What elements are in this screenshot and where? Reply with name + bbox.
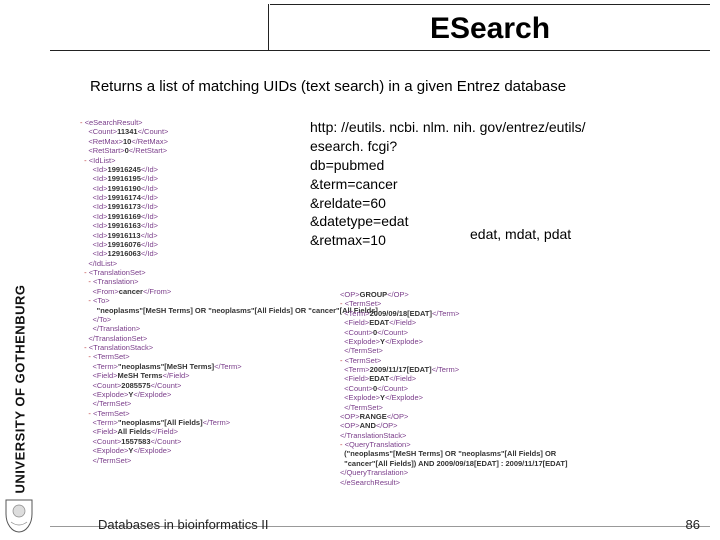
xml-line: </eSearchResult> (340, 478, 567, 487)
xml-line: </TermSet> (80, 456, 378, 465)
xml-line: - <TermSet> (80, 409, 378, 418)
xml-line: - <QueryTranslation> (340, 440, 567, 449)
url-line-1: http: //eutils. ncbi. nlm. nih. gov/entr… (310, 118, 680, 137)
page-title: ESearch (270, 12, 710, 46)
header-divider (268, 4, 269, 50)
xml-line: <Field>All Fields</Field> (80, 427, 378, 436)
page-number: 86 (686, 517, 700, 532)
xml-line: <Term>2009/11/17[EDAT]</Term> (340, 365, 567, 374)
xml-line: - <Translation> (80, 277, 378, 286)
xml-line: <Explode>Y</Explode> (80, 446, 378, 455)
xml-line: "cancer"[All Fields]) AND 2009/09/18[EDA… (340, 459, 567, 468)
xml-line: <Term>"neoplasms"[MeSH Terms]</Term> (80, 362, 378, 371)
header: ESearch (40, 0, 720, 70)
xml-line: </IdList> (80, 259, 378, 268)
url-line-5: &reldate=60 (310, 194, 680, 213)
xml-line: <Explode>Y</Explode> (340, 337, 567, 346)
xml-line: <Field>EDAT</Field> (340, 318, 567, 327)
sidebar: UNIVERSITY OF GOTHENBURG (0, 0, 40, 540)
xml-line: <Term>2009/09/18[EDAT]</Term> (340, 309, 567, 318)
xml-line: </TermSet> (340, 403, 567, 412)
xml-line: <Count>0</Count> (340, 384, 567, 393)
xml-line: <OP>GROUP</OP> (340, 290, 567, 299)
xml-line: "neoplasms"[MeSH Terms] OR "neoplasms"[A… (80, 306, 378, 315)
xml-line: - <TermSet> (80, 352, 378, 361)
url-line-4: &term=cancer (310, 175, 680, 194)
xml-line: - <TranslationStack> (80, 343, 378, 352)
university-name: UNIVERSITY OF GOTHENBURG (13, 284, 28, 493)
xml-line: <Field>EDAT</Field> (340, 374, 567, 383)
xml-line: <Explode>Y</Explode> (80, 390, 378, 399)
header-rule-bottom (50, 50, 710, 51)
xml-line: ("neoplasms"[MeSH Terms] OR "neoplasms"[… (340, 449, 567, 458)
xml-line: - <TermSet> (340, 356, 567, 365)
xml-line: <Count>2085575</Count> (80, 381, 378, 390)
xml-line: <Term>"neoplasms"[All Fields]</Term> (80, 418, 378, 427)
xml-line: </Translation> (80, 324, 378, 333)
university-crest-icon (4, 498, 34, 534)
xml-line: - <To> (80, 296, 378, 305)
datetype-annotation: edat, mdat, pdat (470, 226, 571, 242)
xml-line: <Count>0</Count> (340, 328, 567, 337)
subtitle: Returns a list of matching UIDs (text se… (90, 78, 566, 95)
xml-line: <Explode>Y</Explode> (340, 393, 567, 402)
xml-line: <Field>MeSH Terms</Field> (80, 371, 378, 380)
xml-line: <From>cancer</From> (80, 287, 378, 296)
xml-line: </TermSet> (80, 399, 378, 408)
xml-line: </TranslationSet> (80, 334, 378, 343)
xml-line: </QueryTranslation> (340, 468, 567, 477)
xml-line: <Id>12916063</Id> (80, 249, 378, 258)
url-line-3: db=pubmed (310, 156, 680, 175)
xml-output-right: <OP>GROUP</OP>- <TermSet> <Term>2009/09/… (340, 290, 567, 487)
url-line-2: esearch. fcgi? (310, 137, 680, 156)
xml-line: </To> (80, 315, 378, 324)
xml-line: - <TranslationSet> (80, 268, 378, 277)
xml-line: </TranslationStack> (340, 431, 567, 440)
header-rule-top (270, 4, 710, 5)
course-name: Databases in bioinformatics II (98, 517, 269, 532)
xml-line: - <TermSet> (340, 299, 567, 308)
xml-line: </TermSet> (340, 346, 567, 355)
xml-line: <OP>AND</OP> (340, 421, 567, 430)
xml-line: <OP>RANGE</OP> (340, 412, 567, 421)
xml-line: <Count>1557583</Count> (80, 437, 378, 446)
